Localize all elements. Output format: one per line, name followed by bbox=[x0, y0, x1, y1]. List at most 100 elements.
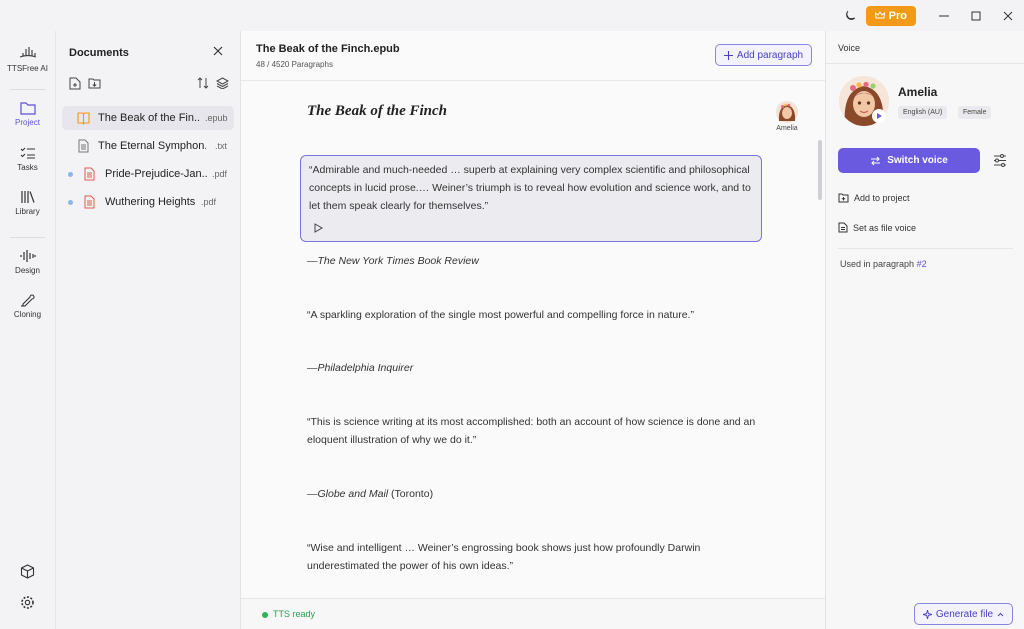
nav-label-library: Library bbox=[15, 207, 40, 216]
editor-header: The Beak of the Finch.epub 48 / 4520 Par… bbox=[241, 31, 825, 81]
cube-icon bbox=[20, 564, 35, 579]
nav-item-library[interactable]: Library bbox=[0, 190, 55, 216]
paragraph-text: “Wise and intelligent … Weiner’s engross… bbox=[307, 542, 701, 572]
narrator-name: Amelia bbox=[776, 125, 798, 132]
documents-panel: Documents The Beak of the Fin... .epub T… bbox=[55, 31, 240, 629]
pro-button[interactable]: Pro bbox=[865, 5, 916, 26]
close-window-button[interactable] bbox=[992, 0, 1024, 31]
documents-title: Documents bbox=[69, 47, 129, 59]
play-icon[interactable] bbox=[313, 223, 323, 233]
status-bar: TTS ready bbox=[241, 598, 825, 629]
app-window: Pro TTSFree AI Project Tasks Library Des… bbox=[0, 0, 1024, 629]
open-book-icon bbox=[77, 112, 90, 125]
voice-panel: Voice Amelia English (AU) Female Switch … bbox=[825, 31, 1024, 629]
documents-toolbar bbox=[69, 77, 229, 91]
paragraph[interactable]: —Globe and Mail (Toronto) bbox=[307, 485, 767, 503]
new-document-icon[interactable] bbox=[69, 77, 81, 90]
add-to-project-button[interactable]: Add to project bbox=[838, 193, 910, 203]
dark-mode-toggle[interactable] bbox=[834, 0, 866, 31]
language-tag: English (AU) bbox=[898, 106, 948, 119]
document-name: Wuthering Heights bbox=[105, 196, 196, 208]
swap-icon bbox=[871, 156, 881, 165]
document-item-wuthering-heights[interactable]: Wuthering Heights .pdf bbox=[62, 190, 234, 214]
paragraph-text: —Philadelphia Inquirer bbox=[307, 362, 414, 374]
voice-name: Amelia bbox=[898, 85, 938, 99]
generate-file-label: Generate file bbox=[935, 608, 994, 620]
set-as-file-voice-label: Set as file voice bbox=[853, 222, 917, 233]
paragraph-count: 48 / 4520 Paragraphs bbox=[256, 60, 333, 69]
crown-icon bbox=[874, 11, 885, 19]
waveform-book-icon bbox=[19, 47, 36, 58]
rail-divider bbox=[10, 89, 45, 90]
chevron-up-icon bbox=[997, 612, 1004, 616]
brand-logo: TTSFree AI bbox=[0, 45, 55, 73]
sliders-icon[interactable] bbox=[993, 154, 1007, 167]
import-icon[interactable] bbox=[88, 77, 101, 89]
plus-icon bbox=[723, 50, 733, 60]
document-icon bbox=[838, 222, 848, 233]
minimize-icon bbox=[939, 15, 949, 16]
nav-item-design[interactable]: Design bbox=[0, 249, 55, 275]
divider bbox=[826, 63, 1024, 64]
avatar bbox=[776, 101, 798, 123]
pen-icon bbox=[20, 294, 35, 307]
editor-panel: The Beak of the Finch.epub 48 / 4520 Par… bbox=[240, 31, 825, 629]
document-ext: .txt bbox=[215, 141, 228, 151]
set-as-file-voice-button[interactable]: Set as file voice bbox=[838, 222, 916, 233]
minimize-button[interactable] bbox=[928, 0, 960, 31]
usage-info: Used in paragraph #2 bbox=[840, 259, 927, 269]
paragraph[interactable]: “Wise and intelligent … Weiner’s engross… bbox=[307, 539, 767, 575]
document-content[interactable]: The Beak of the Finch Amelia “Admirable … bbox=[241, 82, 825, 598]
switch-voice-button[interactable]: Switch voice bbox=[838, 148, 980, 173]
sort-icon[interactable] bbox=[197, 77, 209, 89]
brand-name: TTSFree AI bbox=[7, 64, 48, 73]
pdf-file-icon bbox=[84, 195, 95, 209]
document-item-beak-of-the-finch[interactable]: The Beak of the Fin... .epub bbox=[62, 106, 234, 130]
nav-label-project: Project bbox=[15, 118, 40, 127]
rail-divider bbox=[10, 237, 45, 238]
paragraph[interactable]: —Philadelphia Inquirer bbox=[307, 359, 767, 377]
voice-panel-title: Voice bbox=[838, 43, 861, 53]
divider bbox=[838, 248, 1013, 249]
paragraph-text: (Toronto) bbox=[391, 488, 434, 500]
generate-file-button[interactable]: Generate file bbox=[914, 603, 1013, 625]
document-item-pride-prejudice[interactable]: Pride-Prejudice-Jan... .pdf bbox=[62, 162, 234, 186]
close-panel-icon[interactable] bbox=[211, 44, 225, 58]
close-icon bbox=[1003, 11, 1013, 20]
paragraph-narrator[interactable]: Amelia bbox=[772, 101, 802, 132]
nav-item-cloning[interactable]: Cloning bbox=[0, 292, 55, 319]
checklist-icon bbox=[20, 147, 35, 159]
settings-button[interactable] bbox=[0, 595, 55, 610]
text-file-icon bbox=[78, 139, 89, 153]
paragraph-text: —Globe and Mail bbox=[307, 488, 389, 500]
paragraph[interactable]: “A sparkling exploration of the single m… bbox=[307, 306, 767, 324]
waveform-icon bbox=[19, 250, 36, 262]
moon-icon bbox=[845, 10, 855, 20]
nav-item-project[interactable]: Project bbox=[0, 101, 55, 127]
title-bar: Pro bbox=[0, 0, 1024, 31]
paragraph-selected[interactable]: “Admirable and much-needed … superb at e… bbox=[300, 155, 762, 242]
paragraph[interactable]: “This is science writing at its most acc… bbox=[307, 413, 767, 449]
unread-dot bbox=[68, 200, 73, 205]
folder-icon bbox=[19, 102, 36, 115]
layers-icon[interactable] bbox=[216, 77, 229, 89]
paragraph-text: “This is science writing at its most acc… bbox=[307, 416, 756, 446]
document-item-eternal-symphony[interactable]: The Eternal Symphon... .txt bbox=[62, 134, 234, 158]
scrollbar[interactable] bbox=[818, 140, 822, 200]
add-paragraph-button[interactable]: Add paragraph bbox=[715, 44, 812, 66]
paragraph-text: —The New York Times Book Review bbox=[307, 255, 479, 267]
add-paragraph-label: Add paragraph bbox=[736, 49, 804, 61]
play-icon bbox=[877, 113, 882, 119]
preview-voice-button[interactable] bbox=[872, 109, 886, 123]
library-icon bbox=[20, 191, 35, 203]
package-button[interactable] bbox=[0, 564, 55, 579]
nav-item-tasks[interactable]: Tasks bbox=[0, 146, 55, 172]
maximize-button[interactable] bbox=[960, 0, 992, 31]
paragraph[interactable]: —The New York Times Book Review bbox=[307, 252, 767, 270]
paragraph-text: “Admirable and much-needed … superb at e… bbox=[309, 164, 751, 212]
gender-tag: Female bbox=[958, 106, 992, 119]
maximize-icon bbox=[971, 11, 981, 20]
pdf-file-icon bbox=[84, 167, 95, 181]
paragraph-text: “A sparkling exploration of the single m… bbox=[307, 309, 694, 321]
paragraph-link[interactable]: #2 bbox=[917, 259, 927, 269]
